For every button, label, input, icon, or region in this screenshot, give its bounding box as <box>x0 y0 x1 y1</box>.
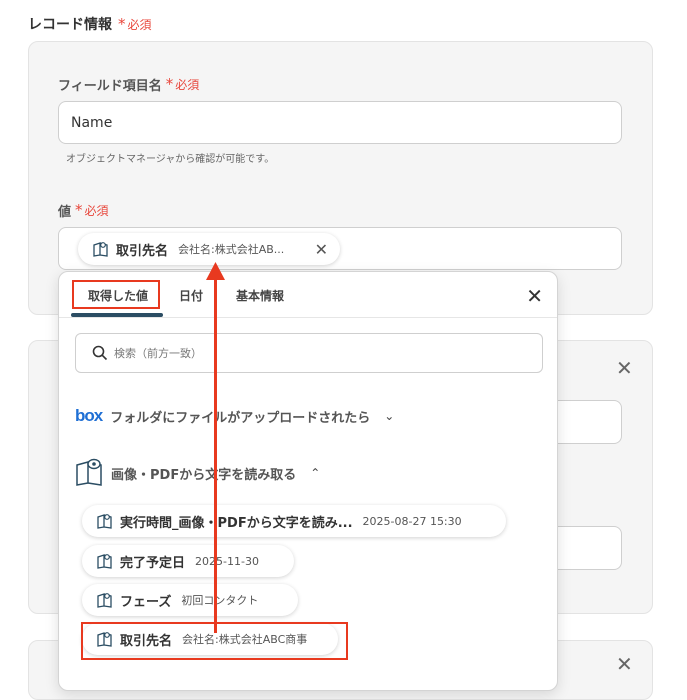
annotation-arrow-line <box>214 276 217 633</box>
item-name: 完了予定日 <box>120 555 186 571</box>
required-badge: * 必須 <box>75 201 109 219</box>
search-input[interactable]: 検索（前方一致） <box>75 333 543 373</box>
search-placeholder: 検索（前方一致） <box>114 347 202 360</box>
output-book-icon <box>92 240 110 258</box>
item-value: 2025-11-30 <box>195 554 259 568</box>
item-name: フェーズ <box>120 594 172 610</box>
box-logo-icon: box <box>75 406 103 425</box>
item-value: 初回コンタクト <box>181 594 259 607</box>
group-label: フォルダにファイルがアップロードされたら <box>110 410 371 426</box>
arrow-head-icon <box>206 262 225 280</box>
output-book-icon <box>96 591 114 609</box>
chevron-up-icon: ⌃ <box>310 466 321 480</box>
tab-date[interactable]: 日付 <box>179 287 203 304</box>
chevron-down-icon: ⌄ <box>384 409 395 423</box>
tab-basic-info[interactable]: 基本情報 <box>236 287 284 304</box>
chip-name: 取引先名 <box>116 243 169 259</box>
value-label: 値 * 必須 <box>58 201 109 221</box>
required-badge: * 必須 <box>165 75 200 93</box>
close-icon[interactable]: ✕ <box>616 356 633 380</box>
group-ocr[interactable]: 画像・PDFから文字を読み取る ⌃ <box>75 456 320 490</box>
close-icon[interactable]: ✕ <box>526 284 543 308</box>
section-title-text: レコード情報 <box>28 17 112 33</box>
list-item[interactable]: 実行時間_画像・PDFから文字を読み... 2025-08-27 15:30 <box>82 505 506 537</box>
search-icon <box>92 345 108 361</box>
section-title: レコード情報 * 必須 <box>28 14 152 34</box>
remove-chip-icon[interactable]: ✕ <box>315 240 328 259</box>
group-label: 画像・PDFから文字を読み取る <box>111 467 297 483</box>
list-item[interactable]: フェーズ 初回コンタクト <box>82 584 298 616</box>
list-item[interactable]: 完了予定日 2025-11-30 <box>82 545 294 577</box>
field-name-input[interactable]: Name <box>58 101 622 144</box>
selected-value-chip[interactable]: 取引先名 会社名:株式会社AB... ✕ <box>78 233 340 265</box>
item-value: 2025-08-27 15:30 <box>362 514 462 528</box>
output-book-icon <box>96 512 114 530</box>
helper-text: オブジェクトマネージャから確認が可能です。 <box>66 154 275 165</box>
item-name: 実行時間_画像・PDFから文字を読み... <box>120 515 353 531</box>
highlight-box-tab <box>72 280 160 309</box>
chip-value: 会社名:株式会社AB... <box>178 243 285 256</box>
group-box-trigger[interactable]: box フォルダにファイルがアップロードされたら ⌄ <box>75 406 394 426</box>
ocr-book-icon <box>75 456 103 490</box>
active-tab-indicator <box>71 313 163 317</box>
required-badge: * 必須 <box>118 14 152 33</box>
field-name-label: フィールド項目名 * 必須 <box>58 75 200 95</box>
close-icon[interactable]: ✕ <box>616 652 633 676</box>
output-book-icon <box>96 552 114 570</box>
